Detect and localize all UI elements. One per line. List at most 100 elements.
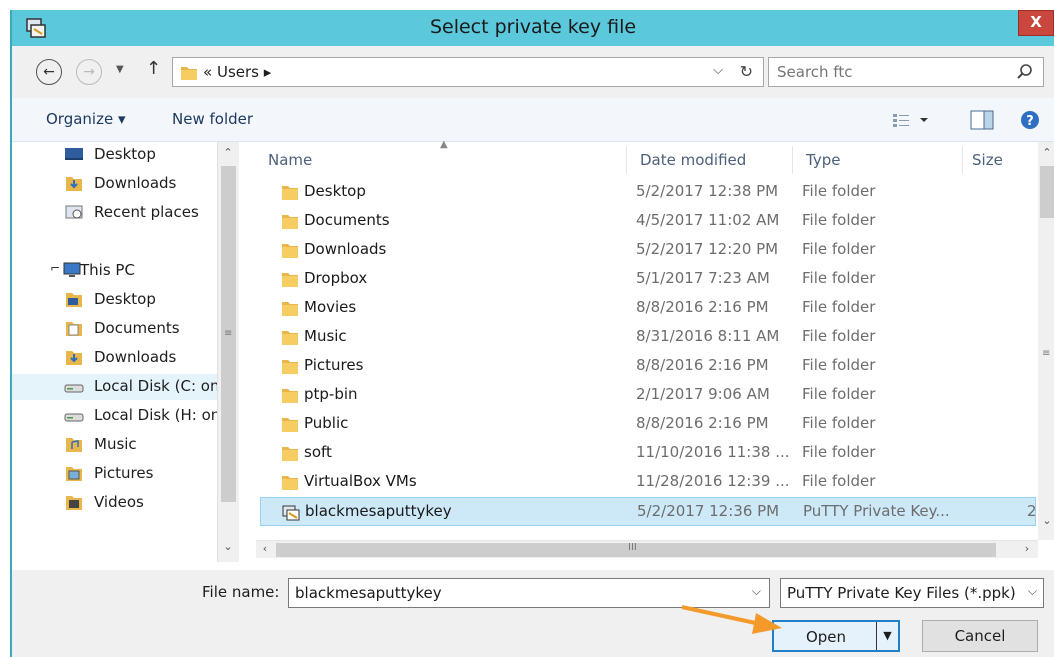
file-row[interactable]: blackmesaputtykey 5/2/2017 12:36 PM PuTTY … <box>260 497 1051 526</box>
address-bar[interactable]: « Users ▸ ⌵ ↻ <box>172 57 764 87</box>
file-row[interactable]: Desktop 5/2/2017 12:38 PM File folder <box>260 178 1036 207</box>
folder-icon <box>282 186 298 200</box>
forward-button[interactable]: → <box>76 59 102 85</box>
scrollbar-thumb[interactable] <box>1040 166 1054 218</box>
column-name[interactable]: Name <box>268 151 312 169</box>
scroll-down-icon[interactable]: ⌄ <box>219 540 237 553</box>
tree-item-documents[interactable]: Documents <box>12 316 218 342</box>
svg-text:?: ? <box>1026 114 1034 129</box>
scroll-right-icon[interactable]: › <box>1018 542 1036 555</box>
tree-item-recent-places[interactable]: Recent places <box>12 200 218 226</box>
refresh-icon[interactable]: ↻ <box>740 62 753 81</box>
file-type: File folder <box>802 385 876 403</box>
column-date-modified[interactable]: Date modified <box>640 151 746 169</box>
file-name-combobox[interactable]: ⌵ <box>288 578 770 608</box>
tree-item-videos[interactable]: Videos <box>12 490 218 516</box>
tree-item-pictures[interactable]: Pictures <box>12 461 218 487</box>
tree-item-downloads[interactable]: Downloads <box>12 171 218 197</box>
scroll-down-icon[interactable]: ⌄ <box>1038 514 1054 527</box>
downloads-icon <box>66 351 82 365</box>
file-name: Movies <box>304 298 357 316</box>
folder-icon <box>282 331 298 345</box>
downloads-icon <box>66 177 82 191</box>
command-bar: Organize ▾ New folder ? <box>12 98 1054 142</box>
recent-locations-dropdown[interactable]: ▼ <box>116 64 124 75</box>
breadcrumb-overflow[interactable]: « <box>203 63 212 81</box>
tree-item-local-disk-c[interactable]: Local Disk (C: on <box>12 374 218 400</box>
horizontal-scrollbar[interactable]: ‹ III › <box>256 540 1038 558</box>
file-row[interactable]: Dropbox 5/1/2017 7:23 AM File folder <box>260 265 1036 294</box>
column-size[interactable]: Size <box>972 151 1003 169</box>
tree-item-desktop[interactable]: Desktop <box>12 142 218 168</box>
background-window-strip <box>0 0 1054 10</box>
view-options-icon[interactable] <box>892 112 932 128</box>
breadcrumb[interactable]: « Users ▸ <box>203 63 271 81</box>
preview-pane-icon[interactable] <box>970 110 994 130</box>
scroll-left-icon[interactable]: ‹ <box>256 542 274 555</box>
breadcrumb-chevron-icon[interactable]: ▸ <box>264 63 272 81</box>
column-type[interactable]: Type <box>806 151 840 169</box>
close-button[interactable]: X <box>1018 10 1054 36</box>
tree-item-music[interactable]: Music <box>12 432 218 458</box>
folder-icon <box>282 360 298 374</box>
help-icon[interactable]: ? <box>1020 110 1040 130</box>
navigation-pane-scrollbar[interactable]: ⌃ ≡ ⌄ <box>217 142 239 562</box>
search-input[interactable] <box>777 62 997 82</box>
breadcrumb-users[interactable]: Users <box>217 63 259 81</box>
file-row[interactable]: Documents 4/5/2017 11:02 AM File folder <box>260 207 1036 236</box>
tree-item-downloads[interactable]: Downloads <box>12 345 218 371</box>
scroll-up-icon[interactable]: ⌃ <box>1038 146 1054 159</box>
file-name: Music <box>304 327 347 345</box>
file-date-modified: 5/2/2017 12:20 PM <box>636 240 779 258</box>
up-folder-button[interactable]: ↑ <box>146 58 161 79</box>
select-private-key-dialog: Select private key file X ← → ▼ ↑ « User… <box>10 10 1054 657</box>
file-type: File folder <box>802 414 876 432</box>
folder-icon <box>282 244 298 258</box>
file-date-modified: 8/8/2016 2:16 PM <box>636 414 769 432</box>
file-date-modified: 2/1/2017 9:06 AM <box>636 385 770 403</box>
tree-item-label: Recent places <box>94 203 199 221</box>
new-folder-button[interactable]: New folder <box>172 110 253 128</box>
cancel-button[interactable]: Cancel <box>922 620 1038 652</box>
file-row[interactable]: Downloads 5/2/2017 12:20 PM File folder <box>260 236 1036 265</box>
title-bar[interactable]: Select private key file X <box>12 10 1054 46</box>
organize-button[interactable]: Organize ▾ <box>46 110 126 128</box>
file-list-scrollbar[interactable]: ⌃ ≡ ⌄ <box>1038 142 1054 540</box>
chevron-down-icon[interactable]: ⌵ <box>1028 584 1037 599</box>
navigation-pane[interactable]: Desktop Downloads Recent places ⌐ This P… <box>12 142 240 570</box>
tree-expand-icon[interactable]: ⌐ <box>50 261 60 275</box>
file-date-modified: 5/2/2017 12:38 PM <box>636 182 779 200</box>
chevron-down-icon[interactable]: ⌵ <box>752 584 761 599</box>
tree-item-desktop[interactable]: Desktop <box>12 287 218 313</box>
open-button[interactable]: Open ▼ <box>772 620 900 652</box>
folder-icon <box>282 215 298 229</box>
file-row[interactable]: soft 11/10/2016 11:38 ... File folder <box>260 439 1036 468</box>
open-split-dropdown-icon[interactable]: ▼ <box>876 622 898 650</box>
tree-item-this-pc[interactable]: ⌐ This PC <box>12 258 218 284</box>
file-list[interactable]: Name ▲ Date modified Type Size Desktop 5/… <box>256 139 1054 570</box>
file-type-filter[interactable]: PuTTY Private Key Files (*.ppk) ⌵ <box>780 578 1044 608</box>
pictures-icon <box>66 467 82 481</box>
file-name-input[interactable] <box>295 584 725 602</box>
address-dropdown-icon[interactable]: ⌵ <box>713 63 723 78</box>
file-row[interactable]: ptp-bin 2/1/2017 9:06 AM File folder <box>260 381 1036 410</box>
file-date-modified: 8/8/2016 2:16 PM <box>636 298 769 316</box>
file-row[interactable]: Music 8/31/2016 8:11 AM File folder <box>260 323 1036 352</box>
search-box[interactable] <box>768 57 1044 87</box>
file-row[interactable]: Movies 8/8/2016 2:16 PM File folder <box>260 294 1036 323</box>
tree-item-label: Local Disk (H: on <box>94 406 218 424</box>
drive-icon <box>64 384 84 393</box>
scroll-up-icon[interactable]: ⌃ <box>219 146 237 159</box>
file-row[interactable]: Public 8/8/2016 2:16 PM File folder <box>260 410 1036 439</box>
back-button[interactable]: ← <box>36 59 62 85</box>
file-date-modified: 8/8/2016 2:16 PM <box>636 356 769 374</box>
tree-item-label: Videos <box>94 493 144 511</box>
tree-item-local-disk-h[interactable]: Local Disk (H: on <box>12 403 218 429</box>
scroll-grip-icon: ≡ <box>1042 348 1051 359</box>
file-name: Downloads <box>304 240 387 258</box>
search-icon[interactable] <box>1015 61 1035 83</box>
dialog-footer: File name: ⌵ PuTTY Private Key Files (*.… <box>12 570 1054 657</box>
file-row[interactable]: Pictures 8/8/2016 2:16 PM File folder <box>260 352 1036 381</box>
open-button-label: Open <box>805 628 847 646</box>
file-row[interactable]: VirtualBox VMs 11/28/2016 12:39 ... File f… <box>260 468 1036 497</box>
